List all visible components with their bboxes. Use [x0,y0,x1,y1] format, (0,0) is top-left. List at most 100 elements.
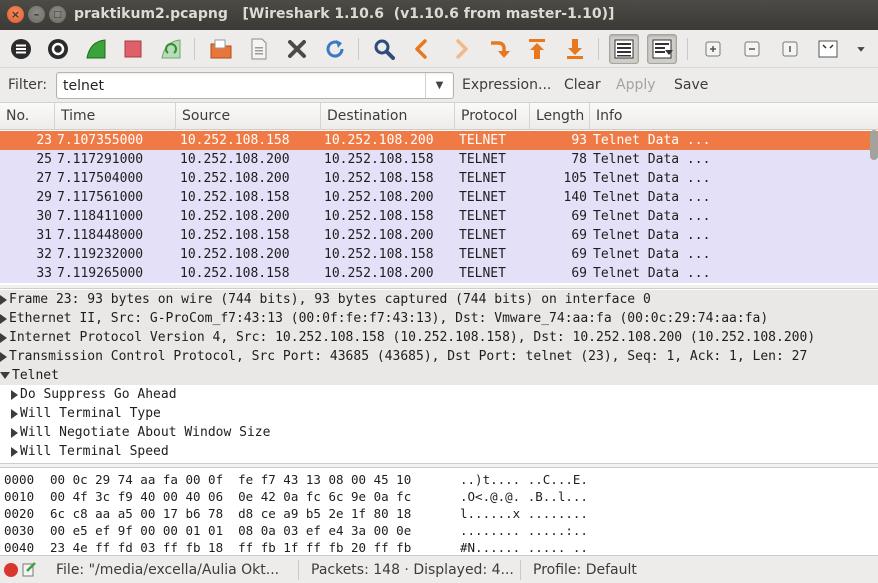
expand-arrow-icon[interactable] [0,294,7,305]
reload-button[interactable] [320,34,350,64]
go-forward-button[interactable] [446,34,476,64]
open-file-button[interactable] [206,34,236,64]
filter-combobox[interactable]: ▼ [56,72,454,99]
packet-cell-src: 10.252.108.200 [180,209,290,224]
tree-row-frame[interactable]: Frame 23: 93 bytes on wire (744 bits), 9… [0,290,878,309]
autoscroll-button[interactable] [647,34,677,64]
column-header-time[interactable]: Time [55,103,176,130]
filter-dropdown-button[interactable]: ▼ [425,73,453,98]
packet-row[interactable]: 27 7.117504000 10.252.108.200 10.252.108.15… [0,169,878,188]
column-header-protocol[interactable]: Protocol [455,103,530,130]
minimize-window-button[interactable]: – [28,6,45,23]
apply-button[interactable]: Apply [616,77,656,93]
go-to-packet-button[interactable] [484,34,514,64]
expand-arrow-icon[interactable] [0,313,7,324]
save-filter-button[interactable]: Save [674,77,708,93]
close-window-button[interactable]: × [7,6,24,23]
expand-arrow-icon[interactable] [0,332,7,343]
tree-row-telnet-option[interactable]: Will Terminal Type [0,404,878,423]
packet-row[interactable]: 30 7.118411000 10.252.108.200 10.252.108.15… [0,207,878,226]
packet-row[interactable]: 33 7.119265000 10.252.108.158 10.252.108.20… [0,264,878,283]
packet-cell-time: 7.117291000 [57,152,144,167]
packet-cell-info: Telnet Data ... [593,266,711,281]
close-file-icon [288,40,306,58]
resize-columns-button[interactable] [813,34,843,64]
tree-row-telnet[interactable]: Telnet [0,366,878,385]
expression-button[interactable]: Expression... [462,77,551,93]
profile-status[interactable]: Profile: Default [533,562,637,578]
file-status: File: "/media/excella/Aulia Okt... [56,562,280,578]
packet-row[interactable]: 23 7.107355000 10.252.108.158 10.252.108.20… [0,131,878,150]
capture-options-button[interactable] [43,34,73,64]
find-packet-icon [374,39,395,60]
expand-arrow-icon[interactable] [0,351,7,362]
zoom-in-icon [705,41,721,57]
tree-row-telnet-option[interactable]: Will Terminal Speed [0,442,878,461]
capture-options-icon [48,39,68,59]
packet-row[interactable]: 29 7.117561000 10.252.108.158 10.252.108.20… [0,188,878,207]
packet-cell-len: 69 [571,266,587,281]
colorize-button[interactable] [609,34,639,64]
packet-cell-src: 10.252.108.158 [180,266,290,281]
packet-cell-proto: TELNET [459,247,506,262]
go-back-button[interactable] [407,34,437,64]
packet-cell-len: 105 [563,171,587,186]
zoom-out-button[interactable] [737,34,767,64]
expand-arrow-icon[interactable] [11,427,18,438]
packet-cell-no: 27 [36,171,52,186]
packet-list-scrollbar[interactable] [870,130,878,160]
packet-row[interactable]: 31 7.118448000 10.252.108.158 10.252.108.20… [0,226,878,245]
capture-comment-icon[interactable] [21,561,37,577]
column-header-length[interactable]: Length [530,103,590,130]
interface-list-button[interactable] [6,34,36,64]
packet-cell-proto: TELNET [459,152,506,167]
collapse-arrow-icon[interactable] [0,372,10,379]
tree-row-telnet-option[interactable]: Will Negotiate About Window Size [0,423,878,442]
packet-list[interactable]: No. Time Source Destination Protocol Len… [0,102,878,285]
packet-cell-no: 29 [36,190,52,205]
packet-row[interactable]: 25 7.117291000 10.252.108.200 10.252.108.15… [0,150,878,169]
expand-arrow-icon[interactable] [11,408,18,419]
tree-row-ip[interactable]: Internet Protocol Version 4, Src: 10.252… [0,328,878,347]
go-first-button[interactable] [522,34,552,64]
expand-arrow-icon[interactable] [11,446,18,457]
column-header-destination[interactable]: Destination [321,103,455,130]
packet-cell-proto: TELNET [459,190,506,205]
go-last-button[interactable] [560,34,590,64]
packet-cell-proto: TELNET [459,133,506,148]
restart-capture-button[interactable] [156,34,186,64]
packet-details[interactable]: Frame 23: 93 bytes on wire (744 bits), 9… [0,288,878,464]
start-capture-button[interactable] [81,34,111,64]
tree-row-tcp[interactable]: Transmission Control Protocol, Src Port:… [0,347,878,366]
save-file-button[interactable] [244,34,274,64]
expert-info-icon[interactable] [3,562,19,578]
clear-button[interactable]: Clear [564,77,601,93]
stop-capture-button[interactable] [118,34,148,64]
packets-status: Packets: 148 · Displayed: 4... [311,562,514,578]
colorize-icon [614,39,634,59]
packet-cell-no: 30 [36,209,52,224]
tree-row-telnet-option[interactable]: Do Suppress Go Ahead [0,385,878,404]
go-back-icon [415,39,427,59]
normal-size-button[interactable] [775,34,805,64]
restart-capture-icon [161,39,181,59]
column-header-info[interactable]: Info [590,103,878,130]
packet-bytes[interactable]: 0000 00 0c 29 74 aa fa 00 0f fe f7 43 13 … [0,467,878,555]
filter-input[interactable] [63,77,423,95]
column-header-no[interactable]: No. [0,103,55,130]
packet-cell-len: 69 [571,209,587,224]
go-to-packet-icon [491,41,510,58]
toolbar-more-button[interactable] [850,34,872,64]
packet-cell-src: 10.252.108.200 [180,247,290,262]
find-packet-button[interactable] [369,34,399,64]
column-header-source[interactable]: Source [176,103,321,130]
go-forward-icon [456,39,468,59]
expand-arrow-icon[interactable] [11,389,18,400]
tree-row-ethernet[interactable]: Ethernet II, Src: G-ProCom_f7:43:13 (00:… [0,309,878,328]
close-file-button[interactable] [282,34,312,64]
zoom-in-button[interactable] [698,34,728,64]
packet-cell-dst: 10.252.108.200 [324,266,434,281]
maximize-window-button[interactable]: □ [49,6,66,23]
packet-row[interactable]: 32 7.119232000 10.252.108.200 10.252.108.15… [0,245,878,264]
bytes-hex: 23 4e ff fd 03 ff fb 18 ff fb 1f ff fb 2… [50,540,412,555]
